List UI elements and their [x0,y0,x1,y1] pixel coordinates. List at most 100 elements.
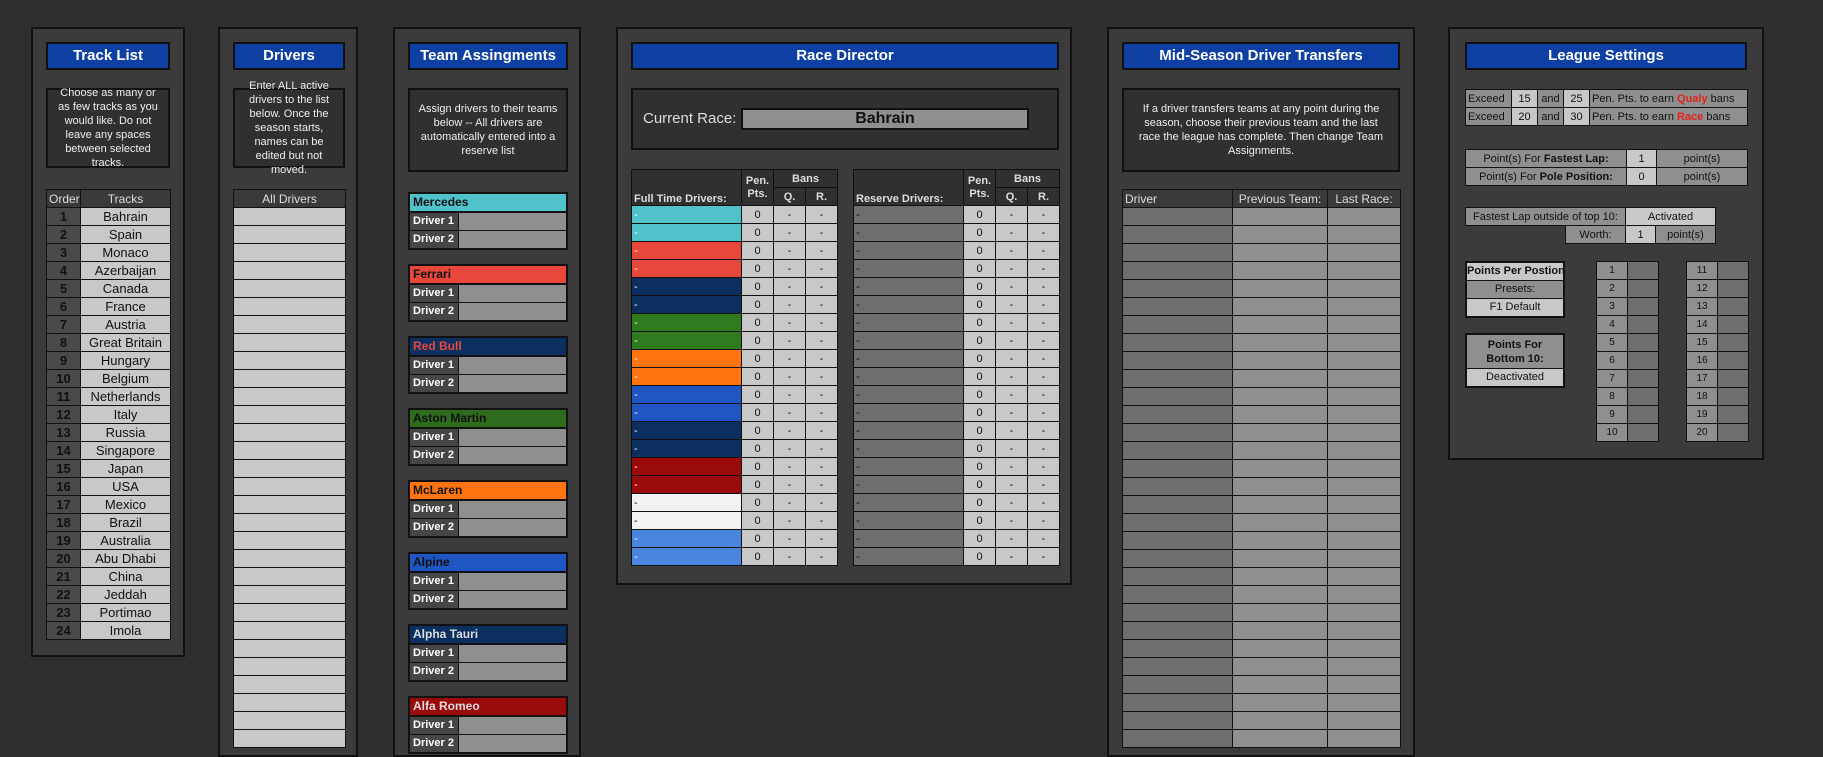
rd-driver-name[interactable]: - [631,439,742,458]
rd-driver-name[interactable]: - [853,223,964,242]
transfer-previous-team[interactable] [1232,567,1328,586]
position-points-input[interactable] [1627,315,1659,334]
rd-driver-name[interactable]: - [631,241,742,260]
track-cell[interactable]: Mexico [80,495,171,514]
transfer-last-race[interactable] [1327,693,1401,712]
position-points-input[interactable] [1627,387,1659,406]
driver-cell[interactable] [233,693,346,712]
driver-slot-select[interactable] [459,591,566,608]
rd-driver-name[interactable]: - [853,331,964,350]
track-cell[interactable]: Jeddah [80,585,171,604]
transfer-previous-team[interactable] [1232,423,1328,442]
transfer-last-race[interactable] [1327,315,1401,334]
transfer-last-race[interactable] [1327,333,1401,352]
track-cell[interactable]: Portimao [80,603,171,622]
track-cell[interactable]: USA [80,477,171,496]
driver-cell[interactable] [233,207,346,226]
transfer-driver[interactable] [1122,675,1233,694]
transfer-driver[interactable] [1122,333,1233,352]
transfer-last-race[interactable] [1327,531,1401,550]
transfer-previous-team[interactable] [1232,549,1328,568]
transfer-driver[interactable] [1122,225,1233,244]
transfer-previous-team[interactable] [1232,261,1328,280]
track-cell[interactable]: Abu Dhabi [80,549,171,568]
rd-driver-name[interactable]: - [631,457,742,476]
driver-cell[interactable] [233,441,346,460]
driver-cell[interactable] [233,729,346,748]
transfer-last-race[interactable] [1327,711,1401,730]
position-points-input[interactable] [1717,369,1749,388]
track-cell[interactable]: Japan [80,459,171,478]
transfer-driver[interactable] [1122,243,1233,262]
track-cell[interactable]: France [80,297,171,316]
transfer-last-race[interactable] [1327,207,1401,226]
driver-slot-select[interactable] [459,645,566,662]
driver-slot-select[interactable] [459,735,566,752]
position-points-input[interactable] [1717,279,1749,298]
transfer-previous-team[interactable] [1232,585,1328,604]
transfer-driver[interactable] [1122,459,1233,478]
transfer-previous-team[interactable] [1232,657,1328,676]
rd-driver-name[interactable]: - [631,367,742,386]
transfer-driver[interactable] [1122,477,1233,496]
rd-driver-name[interactable]: - [631,223,742,242]
driver-cell[interactable] [233,369,346,388]
position-points-input[interactable] [1717,423,1749,442]
transfer-driver[interactable] [1122,711,1233,730]
transfer-driver[interactable] [1122,279,1233,298]
transfer-previous-team[interactable] [1232,369,1328,388]
rd-driver-name[interactable]: - [631,547,742,566]
bottom-10-toggle[interactable]: Deactivated [1467,369,1563,386]
rd-driver-name[interactable]: - [631,529,742,548]
transfer-previous-team[interactable] [1232,693,1328,712]
transfer-previous-team[interactable] [1232,207,1328,226]
transfer-last-race[interactable] [1327,369,1401,388]
track-cell[interactable]: Azerbaijan [80,261,171,280]
rd-driver-name[interactable]: - [853,205,964,224]
presets-select[interactable]: F1 Default [1467,299,1563,316]
transfer-last-race[interactable] [1327,729,1401,748]
track-cell[interactable]: Singapore [80,441,171,460]
worth-input[interactable]: 1 [1625,225,1656,244]
transfer-driver[interactable] [1122,207,1233,226]
rd-driver-name[interactable]: - [853,547,964,566]
transfer-last-race[interactable] [1327,603,1401,622]
track-cell[interactable]: Austria [80,315,171,334]
position-points-input[interactable] [1627,369,1659,388]
transfer-previous-team[interactable] [1232,729,1328,748]
race-min-input[interactable]: 20 [1511,107,1538,126]
driver-cell[interactable] [233,711,346,730]
transfer-last-race[interactable] [1327,621,1401,640]
rd-driver-name[interactable]: - [631,403,742,422]
driver-slot-select[interactable] [459,285,566,302]
transfer-last-race[interactable] [1327,495,1401,514]
driver-cell[interactable] [233,567,346,586]
transfer-driver[interactable] [1122,729,1233,748]
position-points-input[interactable] [1627,405,1659,424]
track-cell[interactable]: Brazil [80,513,171,532]
driver-slot-select[interactable] [459,447,566,464]
rd-driver-name[interactable]: - [853,493,964,512]
rd-driver-name[interactable]: - [631,511,742,530]
driver-cell[interactable] [233,513,346,532]
rd-driver-name[interactable]: - [853,385,964,404]
driver-cell[interactable] [233,621,346,640]
transfer-driver[interactable] [1122,297,1233,316]
transfer-previous-team[interactable] [1232,459,1328,478]
track-cell[interactable]: Canada [80,279,171,298]
driver-slot-select[interactable] [459,429,566,446]
transfer-last-race[interactable] [1327,549,1401,568]
transfer-driver[interactable] [1122,567,1233,586]
qualy-min-input[interactable]: 15 [1511,89,1538,108]
rd-driver-name[interactable]: - [631,331,742,350]
track-cell[interactable]: Belgium [80,369,171,388]
position-points-input[interactable] [1717,351,1749,370]
driver-slot-select[interactable] [459,519,566,536]
fastest-lap-input[interactable]: 1 [1626,149,1657,168]
transfer-driver[interactable] [1122,315,1233,334]
position-points-input[interactable] [1717,333,1749,352]
transfer-previous-team[interactable] [1232,225,1328,244]
transfer-last-race[interactable] [1327,657,1401,676]
driver-cell[interactable] [233,225,346,244]
driver-cell[interactable] [233,315,346,334]
